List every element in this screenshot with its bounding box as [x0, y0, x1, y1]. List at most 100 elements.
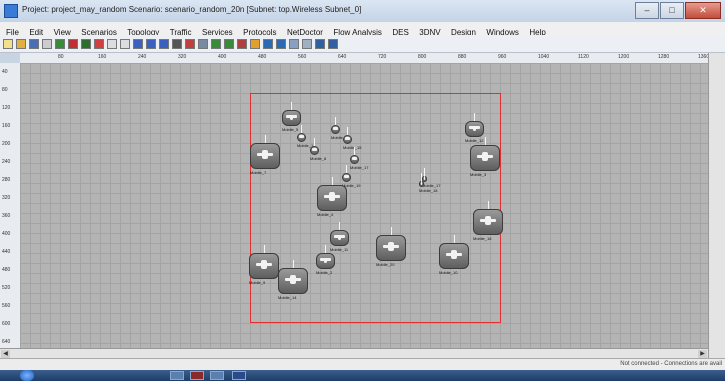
mobile-node[interactable]: Mobile_6	[331, 117, 347, 140]
mobile-node[interactable]: Mobile_12	[465, 113, 484, 143]
bar-icon[interactable]	[172, 38, 182, 49]
print-icon[interactable]	[42, 38, 52, 49]
mobile-node[interactable]: Mobile_2	[316, 245, 335, 275]
node-label: Mobile_20	[376, 262, 395, 267]
taskbar-app-folder[interactable]	[170, 371, 184, 380]
antenna-icon	[314, 138, 315, 146]
antenna-icon	[332, 177, 333, 185]
mobile-node[interactable]: Mobile_18	[419, 173, 437, 193]
ruler-y-tick: 120	[2, 105, 11, 111]
minimize-button[interactable]: –	[635, 2, 659, 19]
toolbar	[0, 35, 725, 53]
ruler-x-tick: 720	[378, 54, 387, 60]
view-icon[interactable]	[289, 38, 299, 49]
ruler-y-tick: 240	[2, 159, 11, 165]
wand-icon[interactable]	[237, 38, 247, 49]
chart-icon[interactable]	[185, 38, 195, 49]
ruler-x-tick: 800	[418, 54, 427, 60]
mobile-node[interactable]: Mobile_1	[297, 125, 313, 148]
mobile-node[interactable]: Mobile_17	[350, 147, 368, 170]
node-label: Mobile_10	[439, 270, 458, 275]
wireless-node-icon	[330, 230, 349, 246]
log-icon[interactable]	[302, 38, 312, 49]
vertical-scrollbar[interactable]	[708, 53, 725, 358]
mobile-node[interactable]: Mobile_9	[249, 245, 279, 285]
bars-icon[interactable]	[315, 38, 325, 49]
report-icon[interactable]	[276, 38, 286, 49]
connection-status: Not connected - Connections are avail	[620, 361, 722, 367]
mobile-node[interactable]: Mobile_3	[470, 137, 500, 177]
results-icon[interactable]	[263, 38, 273, 49]
table-icon[interactable]	[328, 38, 338, 49]
app-icon	[4, 4, 18, 18]
mobile-node[interactable]: Mobile_15	[343, 127, 361, 150]
ruler-x-tick: 160	[98, 54, 107, 60]
node-label: Mobile_18	[419, 188, 438, 193]
node-label: Mobile_16	[473, 236, 492, 241]
new-icon[interactable]	[3, 38, 13, 49]
antenna-icon	[335, 117, 336, 125]
mobile-node[interactable]: Mobile_20	[376, 227, 406, 267]
flow2-icon[interactable]	[146, 38, 156, 49]
taskbar-app-window[interactable]	[210, 371, 224, 380]
stop-icon[interactable]	[68, 38, 78, 49]
mobile-node[interactable]: Mobile_14	[278, 260, 308, 300]
antenna-icon	[424, 168, 425, 176]
antenna-icon	[347, 127, 348, 135]
ruler-y-tick: 600	[2, 321, 11, 327]
taskbar-app-riverbed[interactable]	[190, 371, 204, 380]
ruler-x-tick: 640	[338, 54, 347, 60]
grid2-icon[interactable]	[224, 38, 234, 49]
wireless-node-icon	[282, 110, 301, 126]
ruler-x-tick: 1200	[618, 54, 630, 60]
antenna-icon	[354, 147, 355, 155]
save-icon[interactable]	[29, 38, 39, 49]
ruler-y-tick: 200	[2, 141, 11, 147]
node-label: Mobile_3	[470, 172, 487, 177]
scroll-right-icon[interactable]: ▶	[698, 350, 707, 358]
ruler-x-tick: 1040	[538, 54, 550, 60]
ruler-x-tick: 1360	[698, 54, 708, 60]
workspace-canvas[interactable]: Mobile_5 Mobile_1 Mobile_6 Mobile_8 Mobile_1…	[20, 63, 708, 348]
flow3-icon[interactable]	[159, 38, 169, 49]
zoom-in-icon[interactable]	[107, 38, 117, 49]
node-label: Mobile_11	[330, 247, 349, 252]
pin-icon[interactable]	[94, 38, 104, 49]
scroll-left-icon[interactable]: ◀	[1, 350, 10, 358]
mobile-node[interactable]: Mobile_5	[282, 102, 301, 132]
antenna-icon	[421, 173, 422, 181]
mobile-node[interactable]: Mobile_7	[250, 135, 280, 175]
ruler-y-tick: 320	[2, 195, 11, 201]
start-button[interactable]	[20, 370, 34, 381]
taskbar-app-editor[interactable]	[232, 371, 246, 380]
antenna-icon	[485, 137, 486, 145]
open-icon[interactable]	[16, 38, 26, 49]
ruler-x-tick: 1280	[658, 54, 670, 60]
mobile-node[interactable]: Mobile_4	[317, 177, 347, 217]
scale-icon[interactable]	[55, 38, 65, 49]
window-controls: – □ ✕	[634, 2, 721, 19]
grid-icon[interactable]	[211, 38, 221, 49]
antenna-icon	[301, 125, 302, 133]
mobile-node[interactable]: Mobile_19	[342, 165, 360, 188]
antenna-icon	[474, 113, 475, 121]
antenna-icon	[339, 222, 340, 230]
taskbar	[0, 370, 725, 381]
select-icon[interactable]	[198, 38, 208, 49]
zoom-out-icon[interactable]	[120, 38, 130, 49]
mobile-node[interactable]: Mobile_8	[310, 138, 326, 161]
close-button[interactable]: ✕	[685, 2, 721, 19]
window-title: Project: project_may_random Scenario: sc…	[22, 5, 362, 14]
ruler-y-tick: 440	[2, 249, 11, 255]
wireless-node-icon	[297, 133, 306, 142]
flow-icon[interactable]	[133, 38, 143, 49]
node-icon[interactable]	[81, 38, 91, 49]
mobile-node[interactable]: Mobile_16	[473, 201, 503, 241]
mobile-node[interactable]: Mobile_10	[439, 235, 469, 275]
maximize-button[interactable]: □	[660, 2, 684, 19]
wireless-node-icon	[376, 235, 406, 261]
antenna-icon	[488, 201, 489, 209]
wireless-node-icon	[316, 253, 335, 269]
mobile-node[interactable]: Mobile_11	[330, 222, 349, 252]
run-icon[interactable]	[250, 38, 260, 49]
